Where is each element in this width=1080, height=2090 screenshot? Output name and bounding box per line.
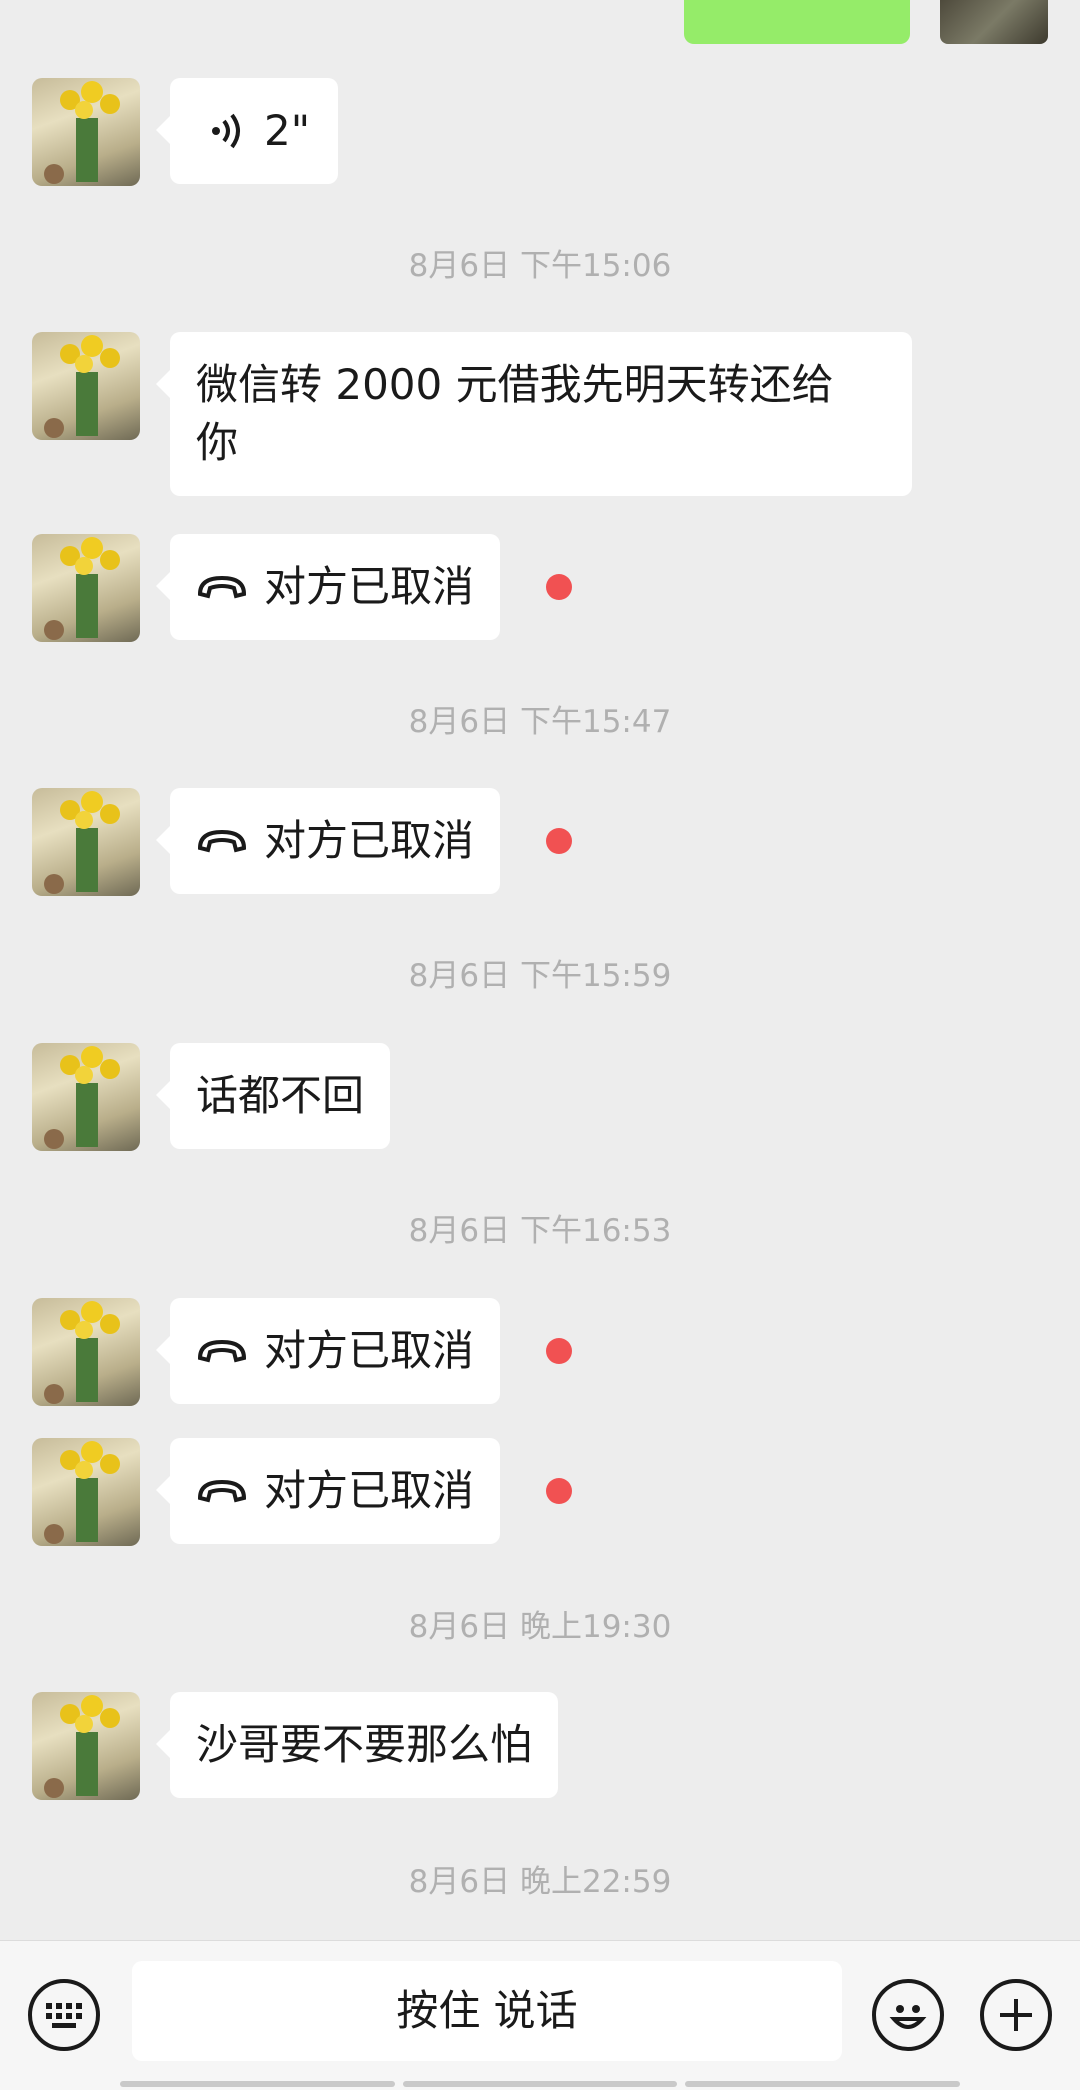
emoji-button[interactable]: [872, 1979, 944, 2051]
text-message-bubble[interactable]: 沙哥要不要那么怕: [155, 1692, 559, 1798]
voice-icon: [212, 113, 240, 149]
call-record-bubble[interactable]: 对方已取消: [155, 788, 501, 894]
call-record-bubble[interactable]: 对方已取消: [155, 534, 501, 640]
text-message-bubble[interactable]: 话都不回: [155, 1043, 391, 1149]
home-indicator: [120, 2081, 961, 2087]
input-bar: 按住 说话: [0, 1940, 1080, 2090]
message-text: 沙哥要不要那么怕: [196, 1720, 533, 1769]
timestamp: 8月6日 晚上22:59: [408, 1864, 672, 1900]
unread-dot: [546, 574, 572, 600]
call-status: 对方已取消: [264, 816, 475, 865]
unread-dot: [546, 1338, 572, 1364]
unread-dot: [546, 828, 572, 854]
unread-dot: [546, 1478, 572, 1504]
message-text: 你: [196, 418, 239, 467]
contact-avatar[interactable]: [32, 1692, 140, 1800]
contact-avatar[interactable]: [32, 534, 140, 642]
contact-avatar[interactable]: [32, 1438, 140, 1546]
call-cancelled-icon: [197, 1479, 247, 1503]
sent-bubble-partial[interactable]: [684, 0, 910, 44]
message-text: 话都不回: [196, 1071, 365, 1120]
timestamp: 8月6日 下午16:53: [408, 1213, 672, 1249]
call-record-bubble[interactable]: 对方已取消: [155, 1298, 501, 1404]
timestamp: 8月6日 晚上19:30: [408, 1609, 672, 1645]
self-avatar[interactable]: [940, 0, 1048, 44]
call-cancelled-icon: [197, 829, 247, 853]
plus-icon: [1000, 1999, 1032, 2031]
call-cancelled-icon: [197, 575, 247, 599]
call-record-bubble[interactable]: 对方已取消: [155, 1438, 501, 1544]
keyboard-toggle-button[interactable]: [28, 1979, 100, 2051]
more-options-button[interactable]: [980, 1979, 1052, 2051]
call-status: 对方已取消: [264, 1466, 475, 1515]
timestamp: 8月6日 下午15:47: [408, 704, 672, 740]
contact-avatar[interactable]: [32, 788, 140, 896]
contact-avatar[interactable]: [32, 1298, 140, 1406]
call-status: 对方已取消: [264, 1326, 475, 1375]
timestamp: 8月6日 下午15:06: [408, 248, 672, 284]
message-text: 微信转 2000 元借我先明天转还给: [196, 360, 834, 409]
contact-avatar[interactable]: [32, 1043, 140, 1151]
keyboard-icon: [46, 2003, 82, 2028]
contact-avatar[interactable]: [32, 332, 140, 440]
contact-avatar[interactable]: [32, 78, 140, 186]
emoji-icon: [889, 2005, 927, 2029]
call-status: 对方已取消: [264, 562, 475, 611]
voice-message-bubble[interactable]: 2": [155, 78, 339, 184]
text-message-bubble[interactable]: 微信转 2000 元借我先明天转还给 你: [156, 332, 912, 496]
voice-duration: 2": [264, 106, 311, 155]
timestamp: 8月6日 下午15:59: [408, 958, 672, 994]
call-cancelled-icon: [197, 1339, 247, 1363]
hold-to-talk-button[interactable]: 按住 说话: [132, 1961, 842, 2061]
